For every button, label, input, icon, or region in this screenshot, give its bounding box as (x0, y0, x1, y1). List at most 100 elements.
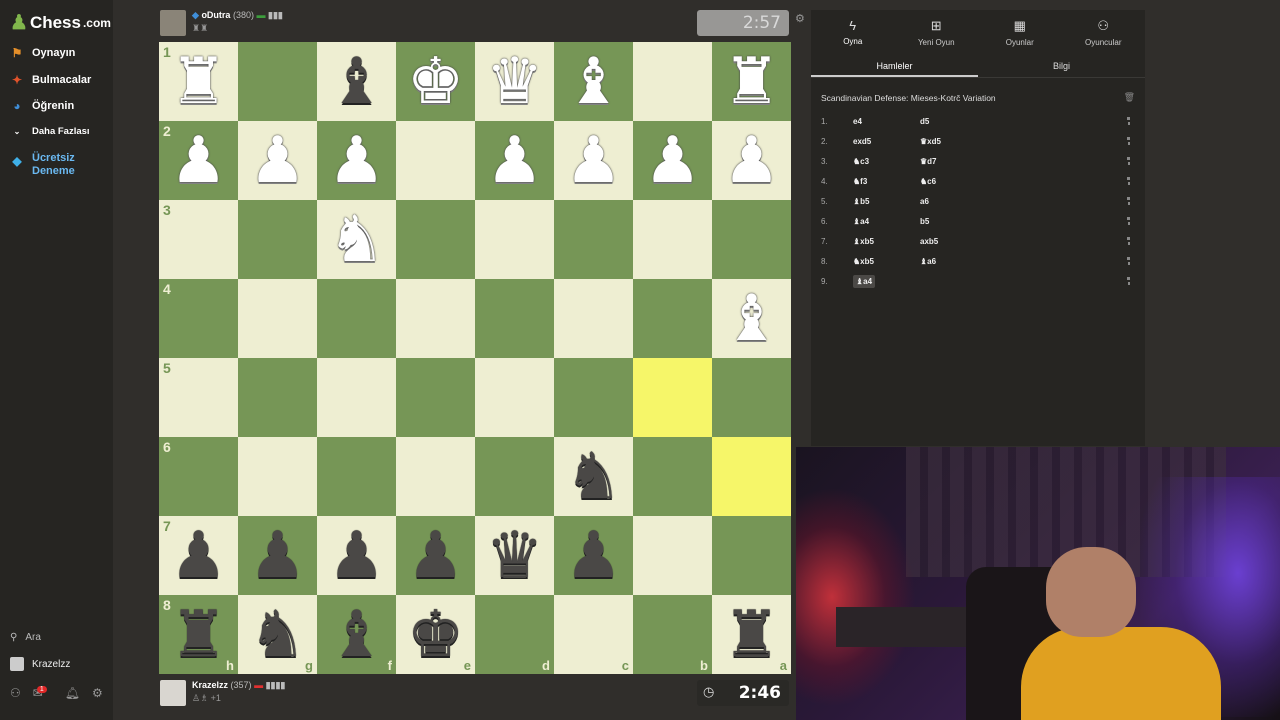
sidebar-item-learn[interactable]: ◕ Öğrenin (10, 99, 74, 113)
white-pawn-icon[interactable]: ♟ (565, 129, 622, 193)
black-move[interactable]: d5 (920, 117, 1110, 126)
square-g3[interactable] (238, 200, 317, 279)
black-rook-icon[interactable]: ♜ (170, 603, 227, 667)
white-rook-icon[interactable]: ♜ (723, 50, 780, 114)
black-pawn-icon[interactable]: ♟ (407, 524, 464, 588)
square-h8[interactable]: 8 h ♜ (159, 595, 238, 674)
white-pawn-icon[interactable]: ♟ (486, 129, 543, 193)
white-move[interactable]: ♝a4 (853, 217, 920, 226)
square-d4[interactable] (475, 279, 554, 358)
white-pawn-icon[interactable]: ♟ (170, 129, 227, 193)
square-b3[interactable] (633, 200, 712, 279)
chess-board[interactable]: 1 ♜ ♝ ♚ ♛ ♝ ♜ 2 ♟ ♟ ♟ ♟ ♟ ♟ ♟ 3 ♞ 4 ♝ 5 6 ♞ 7 ♟ ♟ ♟ ♟ ♛ ♟ 8 h ♜ g ♞ f ♝ e ♚ d c… (159, 42, 791, 674)
square-h5[interactable]: 5 (159, 358, 238, 437)
tab-play[interactable]: ϟ Oyna (811, 10, 895, 54)
subtab-moves[interactable]: Hamleler (811, 54, 978, 77)
white-move[interactable]: ♝a4 (853, 274, 920, 288)
black-knight-icon[interactable]: ♞ (249, 603, 306, 667)
white-bishop-icon[interactable]: ♝ (723, 287, 780, 351)
square-d6[interactable] (475, 437, 554, 516)
sidebar-item-play[interactable]: ⚑ Oynayın (10, 46, 76, 60)
sidebar-item-puzzles[interactable]: ✦ Bulmacalar (10, 73, 91, 87)
square-f7[interactable]: ♟ (317, 516, 396, 595)
square-e1[interactable]: ♚ (396, 42, 475, 121)
square-g6[interactable] (238, 437, 317, 516)
white-pawn-icon[interactable]: ♟ (249, 129, 306, 193)
square-h3[interactable]: 3 (159, 200, 238, 279)
square-c5[interactable] (554, 358, 633, 437)
square-b5[interactable] (633, 358, 712, 437)
square-d2[interactable]: ♟ (475, 121, 554, 200)
square-d1[interactable]: ♛ (475, 42, 554, 121)
sidebar-item-free-trial[interactable]: ◆ Ücretsiz Deneme (10, 152, 87, 178)
black-move[interactable]: a6 (920, 197, 1110, 206)
square-h1[interactable]: 1 ♜ (159, 42, 238, 121)
square-d3[interactable] (475, 200, 554, 279)
square-a4[interactable]: ♝ (712, 279, 791, 358)
black-queen-icon[interactable]: ♛ (486, 524, 543, 588)
square-f6[interactable] (317, 437, 396, 516)
white-move[interactable]: ♝b5 (853, 197, 920, 206)
sidebar-search[interactable]: ⚲ Ara (10, 632, 41, 643)
square-b2[interactable]: ♟ (633, 121, 712, 200)
white-pawn-icon[interactable]: ♟ (644, 129, 701, 193)
square-a6[interactable] (712, 437, 791, 516)
black-pawn-icon[interactable]: ♟ (170, 524, 227, 588)
square-h7[interactable]: 7 ♟ (159, 516, 238, 595)
white-king-icon[interactable]: ♚ (407, 50, 464, 114)
square-h4[interactable]: 4 (159, 279, 238, 358)
square-f3[interactable]: ♞ (317, 200, 396, 279)
black-move[interactable]: ♞c6 (920, 177, 1110, 186)
square-a8[interactable]: a ♜ (712, 595, 791, 674)
opponent-name[interactable]: oDutra (201, 10, 230, 20)
square-e5[interactable] (396, 358, 475, 437)
subtab-info[interactable]: Bilgi (978, 54, 1145, 77)
square-e6[interactable] (396, 437, 475, 516)
white-pawn-icon[interactable]: ♟ (723, 129, 780, 193)
sidebar-item-more[interactable]: ⌄ Daha Fazlası (10, 126, 90, 137)
square-c4[interactable] (554, 279, 633, 358)
square-f2[interactable]: ♟ (317, 121, 396, 200)
square-g4[interactable] (238, 279, 317, 358)
white-knight-icon[interactable]: ♞ (328, 208, 385, 272)
square-c2[interactable]: ♟ (554, 121, 633, 200)
square-b1[interactable] (633, 42, 712, 121)
black-move[interactable]: ♛xd5 (920, 137, 1110, 146)
black-pawn-icon[interactable]: ♟ (249, 524, 306, 588)
square-e8[interactable]: e ♚ (396, 595, 475, 674)
tab-players[interactable]: ⚇ Oyuncular (1062, 10, 1146, 54)
square-h6[interactable]: 6 (159, 437, 238, 516)
square-f4[interactable] (317, 279, 396, 358)
black-move[interactable]: ♝a6 (920, 257, 1110, 266)
square-f8[interactable]: f ♝ (317, 595, 396, 674)
black-move[interactable]: b5 (920, 217, 1110, 226)
square-h2[interactable]: 2 ♟ (159, 121, 238, 200)
white-move[interactable]: exd5 (853, 137, 920, 146)
white-move[interactable]: ♝xb5 (853, 237, 920, 246)
black-rook-icon[interactable]: ♜ (723, 603, 780, 667)
square-b6[interactable] (633, 437, 712, 516)
black-move[interactable]: axb5 (920, 237, 1110, 246)
black-pawn-icon[interactable]: ♟ (565, 524, 622, 588)
square-g2[interactable]: ♟ (238, 121, 317, 200)
square-c3[interactable] (554, 200, 633, 279)
white-move[interactable]: ♞f3 (853, 177, 920, 186)
square-g8[interactable]: g ♞ (238, 595, 317, 674)
square-e3[interactable] (396, 200, 475, 279)
black-king-icon[interactable]: ♚ (407, 603, 464, 667)
trash-icon[interactable]: 🗑︎ (1124, 92, 1135, 103)
player-name[interactable]: Krazelzz (192, 680, 228, 690)
black-knight-icon[interactable]: ♞ (565, 445, 622, 509)
sidebar-user[interactable]: Krazelzz (10, 657, 70, 671)
square-c1[interactable]: ♝ (554, 42, 633, 121)
square-f1[interactable]: ♝ (317, 42, 396, 121)
square-c6[interactable]: ♞ (554, 437, 633, 516)
opening-name[interactable]: Scandinavian Defense: Mieses-Kotrč Varia… (821, 93, 996, 103)
board-settings-icon[interactable]: ⚙ (795, 12, 805, 25)
chess-com-logo[interactable]: ♟ Chess .com (10, 10, 111, 35)
square-e2[interactable] (396, 121, 475, 200)
square-d7[interactable]: ♛ (475, 516, 554, 595)
white-rook-icon[interactable]: ♜ (170, 50, 227, 114)
square-f5[interactable] (317, 358, 396, 437)
mail-icon[interactable]: ✉1 (33, 686, 53, 700)
